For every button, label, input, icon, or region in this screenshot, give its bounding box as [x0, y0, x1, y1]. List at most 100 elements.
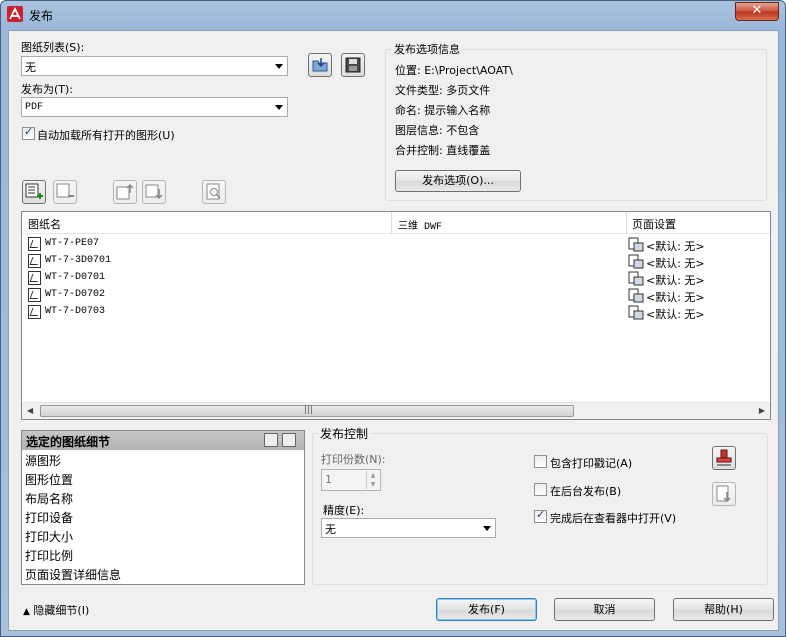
scroll-left-icon[interactable]: ◀: [27, 406, 33, 415]
details-title: 选定的图纸细节: [26, 435, 111, 449]
move-up-icon: [116, 183, 134, 200]
include-stamp-label: 包含打印戳记(A): [550, 457, 633, 470]
save-sheet-list-button[interactable]: [341, 53, 365, 77]
column-sheet-name[interactable]: 图纸名: [28, 216, 61, 232]
page-setup-value[interactable]: <默认: 无>: [646, 255, 705, 271]
table-row[interactable]: WT-7-PE07 <默认: 无>: [22, 236, 770, 253]
spin-arrows-icon[interactable]: ▲ ▼: [366, 471, 379, 489]
hide-details-label: 隐藏细节(I): [33, 604, 90, 617]
drawing-sheet-icon: [28, 271, 41, 285]
page-setup-value[interactable]: <默认: 无>: [646, 272, 705, 288]
sheet-name: WT-7-D0701: [45, 272, 106, 283]
move-down-icon: [145, 184, 163, 200]
remove-sheet-icon: [56, 183, 74, 198]
auto-load-label: 自动加载所有打开的图形(U): [37, 129, 175, 142]
detail-drawing-location: 图形位置: [25, 473, 74, 487]
page-setup-value[interactable]: <默认: 无>: [646, 306, 705, 322]
publish-to-value: PDF: [25, 102, 44, 113]
cancel-button[interactable]: 取消: [554, 598, 655, 621]
sheets-table: 图纸名 三维 DWF 页面设置 WT-7-PE07 <默认: 无> WT-7-3…: [21, 211, 771, 420]
table-row[interactable]: WT-7-3D0701 <默认: 无>: [22, 253, 770, 270]
sheet-list-select[interactable]: 无: [21, 56, 288, 76]
publish-control-title: 发布控制: [318, 425, 371, 442]
page-setup-value[interactable]: <默认: 无>: [646, 289, 705, 305]
load-sheet-list-button[interactable]: [308, 53, 332, 77]
scroll-right-icon[interactable]: ▶: [759, 406, 765, 415]
details-header: 选定的图纸细节: [22, 431, 304, 450]
sheet-name: WT-7-PE07: [45, 238, 100, 249]
table-row[interactable]: WT-7-D0701 <默认: 无>: [22, 270, 770, 287]
background-publish-label: 在后台发布(B): [550, 485, 622, 498]
export-button[interactable]: [712, 482, 736, 506]
table-row[interactable]: WT-7-D0703 <默认: 无>: [22, 304, 770, 321]
publish-dialog-window: 发布 ✕ 图纸列表(S): 无 发布为(T): PDF ✓ 自动加载所有打开的图…: [0, 0, 786, 637]
title-bar[interactable]: 发布 ✕: [1, 1, 785, 29]
hide-details-toggle[interactable]: ▲ 隐藏细节(I): [23, 602, 89, 618]
column-page-setup[interactable]: 页面设置: [632, 216, 676, 232]
detail-plot-device: 打印设备: [25, 511, 74, 525]
drawing-sheet-icon: [28, 254, 41, 268]
horizontal-scrollbar[interactable]: ◀ ||| ▶: [22, 402, 770, 419]
sheet-list-label: 图纸列表(S):: [21, 41, 85, 54]
open-folder-icon: [312, 58, 328, 72]
export-sheet-icon: [716, 485, 731, 503]
column-3d-dwf[interactable]: 三维 DWF: [398, 217, 442, 233]
precision-value: 无: [325, 524, 336, 536]
autocad-logo-icon: [7, 6, 23, 22]
page-setup-icon: [628, 305, 644, 320]
auto-load-checkbox[interactable]: [22, 125, 35, 140]
chevron-down-icon: [483, 526, 491, 531]
sheets-table-header: 图纸名 三维 DWF 页面设置: [22, 212, 770, 234]
copies-spinner[interactable]: 1 ▲ ▼: [321, 469, 381, 491]
drawing-sheet-icon: [28, 305, 41, 319]
publish-info-file-type: 文件类型: 多页文件: [395, 84, 491, 97]
page-setup-value[interactable]: <默认: 无>: [646, 238, 705, 254]
drawing-sheet-icon: [28, 237, 41, 251]
add-sheet-icon: [25, 183, 43, 199]
publish-info-layer: 图层信息: 不包含: [395, 124, 480, 137]
magnifier-preview-icon: [206, 183, 221, 200]
move-sheet-up-button[interactable]: [113, 180, 137, 204]
table-row[interactable]: WT-7-D0702 <默认: 无>: [22, 287, 770, 304]
drawing-sheet-icon: [28, 288, 41, 302]
publish-info-naming: 命名: 提示输入名称: [395, 104, 491, 117]
detail-source-drawing: 源图形: [25, 454, 62, 468]
page-setup-icon: [628, 271, 644, 286]
sheet-list-value: 无: [25, 62, 36, 74]
precision-label: 精度(E):: [323, 504, 365, 517]
background-publish-checkbox[interactable]: [534, 483, 547, 496]
page-setup-icon: [628, 237, 644, 252]
page-setup-icon: [628, 288, 644, 303]
publish-options-button[interactable]: 发布选项(O)...: [395, 170, 521, 192]
publish-to-select[interactable]: PDF: [21, 97, 288, 117]
details-preview-icon[interactable]: [282, 433, 296, 447]
sheet-name: WT-7-3D0701: [45, 255, 112, 266]
publish-info-title: 发布选项信息: [392, 41, 462, 57]
remove-sheets-button[interactable]: [53, 180, 77, 204]
move-sheet-down-button[interactable]: [142, 180, 166, 204]
scrollbar-thumb[interactable]: |||: [40, 405, 574, 417]
help-button[interactable]: 帮助(H): [673, 598, 774, 621]
open-viewer-checkbox[interactable]: [534, 508, 547, 523]
include-stamp-checkbox[interactable]: [534, 455, 547, 468]
plot-stamp-settings-button[interactable]: [712, 446, 736, 470]
copies-label: 打印份数(N):: [321, 453, 386, 466]
preview-button[interactable]: [202, 180, 226, 204]
triangle-up-icon: ▲: [23, 607, 30, 617]
page-setup-icon: [628, 254, 644, 269]
window-title: 发布: [29, 9, 54, 23]
detail-plot-scale: 打印比例: [25, 549, 74, 563]
close-button[interactable]: ✕: [735, 2, 779, 21]
sheet-name: WT-7-D0703: [45, 306, 106, 317]
detail-layout-name: 布局名称: [25, 492, 74, 506]
detail-plot-size: 打印大小: [25, 530, 74, 544]
detail-page-setup-info: 页面设置详细信息: [25, 568, 122, 582]
add-sheets-button[interactable]: [22, 180, 46, 204]
save-disk-icon: [345, 57, 361, 73]
publish-button[interactable]: 发布(F): [436, 598, 537, 621]
publish-info-location: 位置: E:\Project\AOAT\: [395, 64, 513, 77]
selected-sheet-details-panel: 选定的图纸细节 源图形 图形位置 布局名称 打印设备 打印大小 打印比例 页面设…: [21, 430, 305, 585]
precision-select[interactable]: 无: [321, 518, 496, 538]
details-view-icon[interactable]: [264, 433, 278, 447]
copies-value: 1: [325, 473, 332, 486]
